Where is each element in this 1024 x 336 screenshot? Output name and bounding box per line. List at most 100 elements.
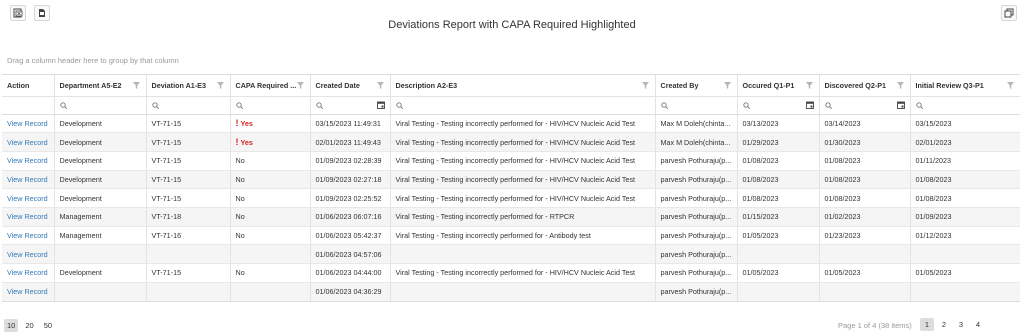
view-record-link[interactable]: View Record (7, 250, 48, 259)
cell-department: Management (54, 207, 147, 227)
cell-discovered (819, 244, 911, 264)
filter-icon[interactable] (376, 82, 384, 89)
filter-icon[interactable] (1007, 82, 1014, 89)
filter-input-description[interactable] (390, 96, 656, 115)
filter-input-initial-review[interactable] (910, 96, 1020, 115)
column-header-occured[interactable]: Occured Q1-P1 (737, 75, 820, 97)
cell-action[interactable]: View Record (2, 226, 55, 246)
cell-discovered: 01/02/2023 (819, 207, 911, 227)
search-icon (315, 101, 323, 109)
filter-input-created-by[interactable] (655, 96, 738, 115)
cell-initial-review: 01/08/2023 (910, 170, 1020, 190)
filter-input-capa[interactable] (230, 96, 311, 115)
report-title: Deviations Report with CAPA Required Hig… (388, 19, 636, 31)
table-row: View Record 01/06/2023 04:57:06 parvesh Po… (2, 244, 1020, 264)
page-number-button[interactable]: 1 (920, 318, 934, 331)
cell-action[interactable]: View Record (2, 188, 55, 208)
column-header-label: CAPA Required ... (235, 80, 297, 90)
cell-capa: ! Yes (230, 132, 311, 152)
view-record-link[interactable]: View Record (7, 175, 48, 184)
cell-created-by: parvesh Pothuraju(p... (655, 282, 738, 301)
column-header-department[interactable]: Department A5-E2 (54, 75, 147, 97)
calendar-icon[interactable] (805, 101, 814, 109)
column-header-description[interactable]: Description A2-E3 (390, 75, 656, 97)
column-header-initial-review[interactable]: Initial Review Q3-P1 (910, 75, 1020, 97)
page-number-button[interactable]: 3 (954, 318, 968, 331)
capa-required-flag: ! Yes (236, 118, 253, 129)
view-record-link[interactable]: View Record (7, 231, 48, 240)
filter-icon[interactable] (296, 82, 304, 89)
filter-input-discovered[interactable] (819, 96, 911, 115)
column-header-created-by[interactable]: Created By (655, 75, 738, 97)
cell-description: Viral Testing - Testing incorrectly perf… (390, 114, 656, 134)
view-record-link[interactable]: View Record (7, 268, 48, 277)
column-header-discovered[interactable]: Discovered Q2-P1 (819, 75, 911, 97)
filter-icon[interactable] (723, 82, 731, 89)
cell-initial-review (910, 282, 1020, 301)
cell-capa: No (230, 207, 311, 227)
filter-icon[interactable] (216, 82, 224, 89)
calendar-icon[interactable] (376, 101, 385, 109)
page-size-option[interactable]: 50 (41, 319, 55, 332)
filter-icon[interactable] (641, 82, 649, 89)
filter-input-created-date[interactable] (310, 96, 391, 115)
cell-deviation: VT-71-18 (146, 207, 231, 227)
pdf-export-icon (39, 9, 45, 17)
cell-action[interactable]: View Record (2, 170, 55, 190)
cell-action[interactable]: View Record (2, 244, 55, 264)
page-number-button[interactable]: 4 (971, 318, 985, 331)
filter-input-department[interactable] (54, 96, 147, 115)
cell-description (390, 244, 656, 264)
cell-initial-review: 02/01/2023 (910, 132, 1020, 152)
column-header-label: Created By (660, 80, 699, 90)
cell-capa: No (230, 188, 311, 208)
cell-discovered: 03/14/2023 (819, 114, 911, 134)
filter-icon[interactable] (805, 82, 813, 89)
view-record-link[interactable]: View Record (7, 156, 48, 165)
cell-description: Viral Testing - Testing incorrectly perf… (390, 170, 656, 190)
cell-action[interactable]: View Record (2, 114, 55, 134)
page-size-option[interactable]: 10 (4, 319, 19, 332)
cell-deviation: VT-71-15 (146, 114, 231, 134)
cell-initial-review: 01/09/2023 (910, 207, 1020, 227)
pager-info: Page 1 of 4 (38 items) (838, 321, 912, 330)
filter-icon[interactable] (132, 82, 140, 89)
column-header-action[interactable]: Action (2, 75, 55, 97)
cell-department: Development (54, 263, 147, 283)
view-record-link[interactable]: View Record (7, 138, 48, 147)
cell-created-date: 01/09/2023 02:28:39 (310, 151, 391, 171)
cell-action[interactable]: View Record (2, 132, 55, 152)
capa-required-flag: ! Yes (236, 137, 253, 147)
calendar-icon[interactable] (896, 101, 905, 109)
view-record-link[interactable]: View Record (7, 119, 48, 128)
cell-occured: 01/05/2023 (737, 226, 820, 246)
column-header-label: Description A2-E3 (395, 80, 458, 90)
cell-action[interactable]: View Record (2, 282, 55, 301)
search-icon (660, 101, 668, 109)
cell-occured: 01/05/2023 (737, 263, 820, 283)
page-number-button[interactable]: 2 (937, 318, 951, 331)
filter-input-occured[interactable] (737, 96, 820, 115)
view-record-link[interactable]: View Record (7, 194, 48, 203)
cell-discovered: 01/23/2023 (819, 226, 911, 246)
column-header-deviation[interactable]: Deviation A1-E3 (146, 75, 231, 97)
group-panel-hint[interactable]: Drag a column header here to group by th… (7, 56, 179, 65)
column-header-capa[interactable]: CAPA Required ... (230, 75, 311, 97)
cell-created-by: parvesh Pothuraju(p... (655, 151, 738, 171)
view-record-link[interactable]: View Record (7, 212, 48, 221)
cell-created-by: parvesh Pothuraju(p... (655, 263, 738, 283)
cell-action[interactable]: View Record (2, 263, 55, 283)
cell-deviation: VT-71-15 (146, 170, 231, 190)
view-record-link[interactable]: View Record (7, 287, 48, 296)
cell-capa: No (230, 151, 311, 171)
page-size-option[interactable]: 20 (22, 319, 36, 332)
cell-capa: No (230, 226, 311, 246)
cell-discovered (819, 282, 911, 301)
capa-value: Yes (240, 119, 253, 129)
filter-icon[interactable] (896, 82, 904, 89)
cell-action[interactable]: View Record (2, 151, 55, 171)
filter-input-deviation[interactable] (146, 96, 231, 115)
column-header-created-date[interactable]: Created Date (310, 75, 391, 97)
cell-description: Viral Testing - Testing incorrectly perf… (390, 207, 656, 227)
cell-action[interactable]: View Record (2, 207, 55, 227)
